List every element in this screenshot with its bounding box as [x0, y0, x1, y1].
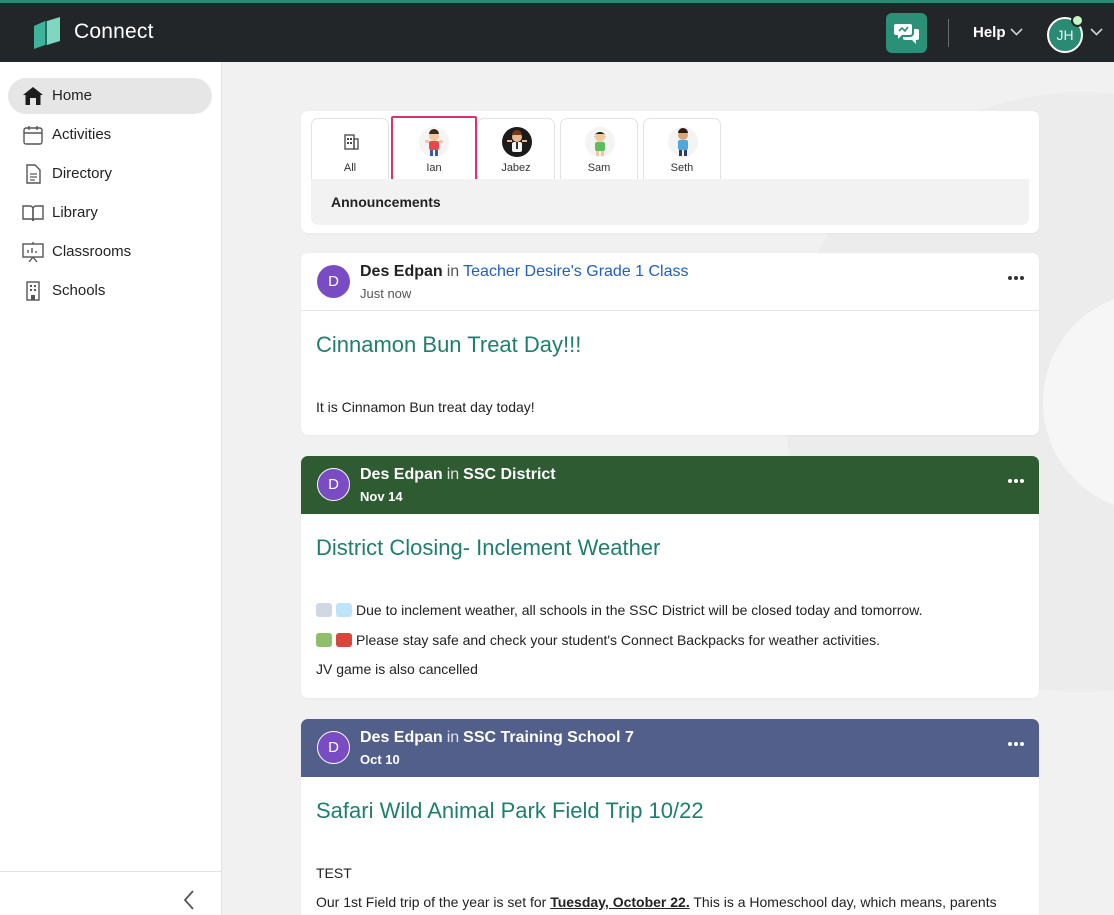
- post-title[interactable]: District Closing- Inclement Weather: [316, 535, 660, 561]
- building-icon: [26, 281, 40, 301]
- post-date: Oct 10: [360, 752, 400, 767]
- tab-label: Sam: [587, 162, 611, 174]
- in-word: in: [446, 729, 460, 746]
- in-word: in: [446, 466, 460, 483]
- sidebar-item-activities[interactable]: Activities: [8, 117, 212, 153]
- body-text: Due to inclement weather, all schools in…: [356, 602, 923, 618]
- body-text: This is a Homeschool day, which means, p…: [693, 894, 997, 910]
- post-byline: Des Edpan in Teacher Desire's Grade 1 Clas…: [360, 263, 689, 281]
- sidebar-item-home[interactable]: Home: [8, 78, 212, 114]
- more-options-icon[interactable]: [1007, 478, 1025, 484]
- sidebar-item-label: Directory: [52, 165, 113, 182]
- sidebar-item-directory[interactable]: Directory: [8, 156, 212, 192]
- sidebar-item-label: Classrooms: [52, 243, 132, 260]
- body-text: Our 1st Field trip of the year is set fo…: [316, 894, 547, 910]
- author-name[interactable]: Des Edpan: [360, 466, 443, 483]
- author-name[interactable]: Des Edpan: [360, 729, 443, 746]
- building-icon: [344, 134, 359, 150]
- post-body-line: TEST: [316, 865, 352, 881]
- help-menu[interactable]: Help: [973, 24, 1006, 41]
- post-card: D Des Edpan in SSC Training School 7 Oct 1…: [301, 719, 1039, 915]
- chat-button[interactable]: [886, 13, 927, 53]
- sidebar: Home Activities Directory Library Classr…: [0, 62, 222, 915]
- sidebar-item-label: Activities: [52, 126, 112, 143]
- tab-label: Jabez: [501, 162, 531, 174]
- tab-ian[interactable]: Ian: [391, 116, 477, 183]
- book-icon: [22, 205, 44, 222]
- connect-logo-icon[interactable]: [32, 17, 62, 49]
- home-icon: [23, 87, 43, 105]
- chevron-down-icon[interactable]: [1090, 28, 1103, 36]
- post-body-line: Due to inclement weather, all schools in…: [316, 602, 923, 618]
- field-trip-date: Tuesday, October 22.: [550, 894, 690, 910]
- sidebar-item-classrooms[interactable]: Classrooms: [8, 234, 212, 270]
- author-avatar[interactable]: D: [317, 468, 350, 501]
- post-card: D Des Edpan in Teacher Desire's Grade 1 Cl…: [301, 253, 1039, 435]
- post-title[interactable]: Safari Wild Animal Park Field Trip 10/22: [316, 798, 704, 824]
- app-name[interactable]: Connect: [74, 20, 154, 44]
- header-divider: [948, 19, 949, 47]
- main-content: All Ian Jabez Sam Seth Announcements D D…: [223, 62, 1114, 915]
- post-body-line: It is Cinnamon Bun treat day today!: [316, 399, 535, 415]
- sidebar-item-label: Library: [52, 204, 98, 221]
- top-bar: Connect Help JH: [0, 0, 1114, 62]
- more-options-icon[interactable]: [1007, 275, 1025, 281]
- post-date: Nov 14: [360, 489, 403, 504]
- sidebar-footer: [0, 871, 222, 915]
- collapse-sidebar-chevron-icon[interactable]: [183, 890, 195, 910]
- document-icon: [26, 164, 41, 184]
- author-name[interactable]: Des Edpan: [360, 263, 443, 280]
- post-date: Just now: [360, 286, 412, 301]
- author-avatar[interactable]: D: [317, 731, 350, 764]
- post-card: D Des Edpan in SSC District Nov 14 Distric…: [301, 456, 1039, 698]
- group-link[interactable]: SSC District: [463, 466, 555, 483]
- tab-all[interactable]: All: [311, 118, 389, 182]
- backpack-icon: [336, 633, 352, 647]
- child-avatar-icon: [502, 127, 532, 157]
- sidebar-item-label: Home: [52, 87, 93, 104]
- online-status-dot: [1071, 14, 1084, 27]
- student-filter-card: All Ian Jabez Sam Seth Announcements: [301, 111, 1039, 233]
- snowflake-icon: [336, 603, 352, 617]
- sidebar-item-schools[interactable]: Schools: [8, 273, 212, 309]
- announcements-tab[interactable]: Announcements: [311, 179, 1029, 225]
- post-header: D Des Edpan in Teacher Desire's Grade 1 Cl…: [301, 253, 1039, 311]
- more-options-icon[interactable]: [1007, 741, 1025, 747]
- post-body-line: Please stay safe and check your student'…: [316, 632, 880, 648]
- group-link[interactable]: Teacher Desire's Grade 1 Class: [463, 263, 688, 280]
- tab-jabez[interactable]: Jabez: [477, 118, 555, 182]
- child-avatar-icon: [419, 127, 449, 157]
- post-header: D Des Edpan in SSC District Nov 14: [301, 456, 1039, 514]
- post-byline: Des Edpan in SSC Training School 7: [360, 729, 634, 747]
- post-header: D Des Edpan in SSC Training School 7 Oct 1…: [301, 719, 1039, 777]
- announcements-label: Announcements: [331, 194, 441, 210]
- tab-seth[interactable]: Seth: [643, 118, 721, 182]
- tab-sam[interactable]: Sam: [560, 118, 638, 182]
- author-avatar[interactable]: D: [317, 265, 350, 298]
- child-avatar-icon: [668, 127, 698, 157]
- body-text: Please stay safe and check your student'…: [356, 632, 881, 648]
- post-body-line: Our 1st Field trip of the year is set fo…: [316, 894, 997, 910]
- books-icon: [316, 633, 332, 647]
- cloud-snow-icon: [316, 603, 332, 617]
- chevron-down-icon[interactable]: [1010, 28, 1023, 36]
- sidebar-item-label: Schools: [52, 282, 106, 299]
- group-link[interactable]: SSC Training School 7: [463, 729, 634, 746]
- post-byline: Des Edpan in SSC District: [360, 466, 556, 484]
- calendar-icon: [23, 126, 43, 145]
- presentation-board-icon: [22, 242, 44, 262]
- child-avatar-icon: [585, 127, 615, 157]
- tab-label: Seth: [670, 162, 694, 174]
- in-word: in: [446, 263, 460, 280]
- chat-bubbles-icon: [893, 24, 919, 44]
- tab-label: Ian: [426, 162, 442, 174]
- tab-label: All: [343, 162, 357, 174]
- sidebar-item-library[interactable]: Library: [8, 195, 212, 231]
- post-title[interactable]: Cinnamon Bun Treat Day!!!: [316, 332, 581, 358]
- post-body-line: JV game is also cancelled: [316, 661, 478, 677]
